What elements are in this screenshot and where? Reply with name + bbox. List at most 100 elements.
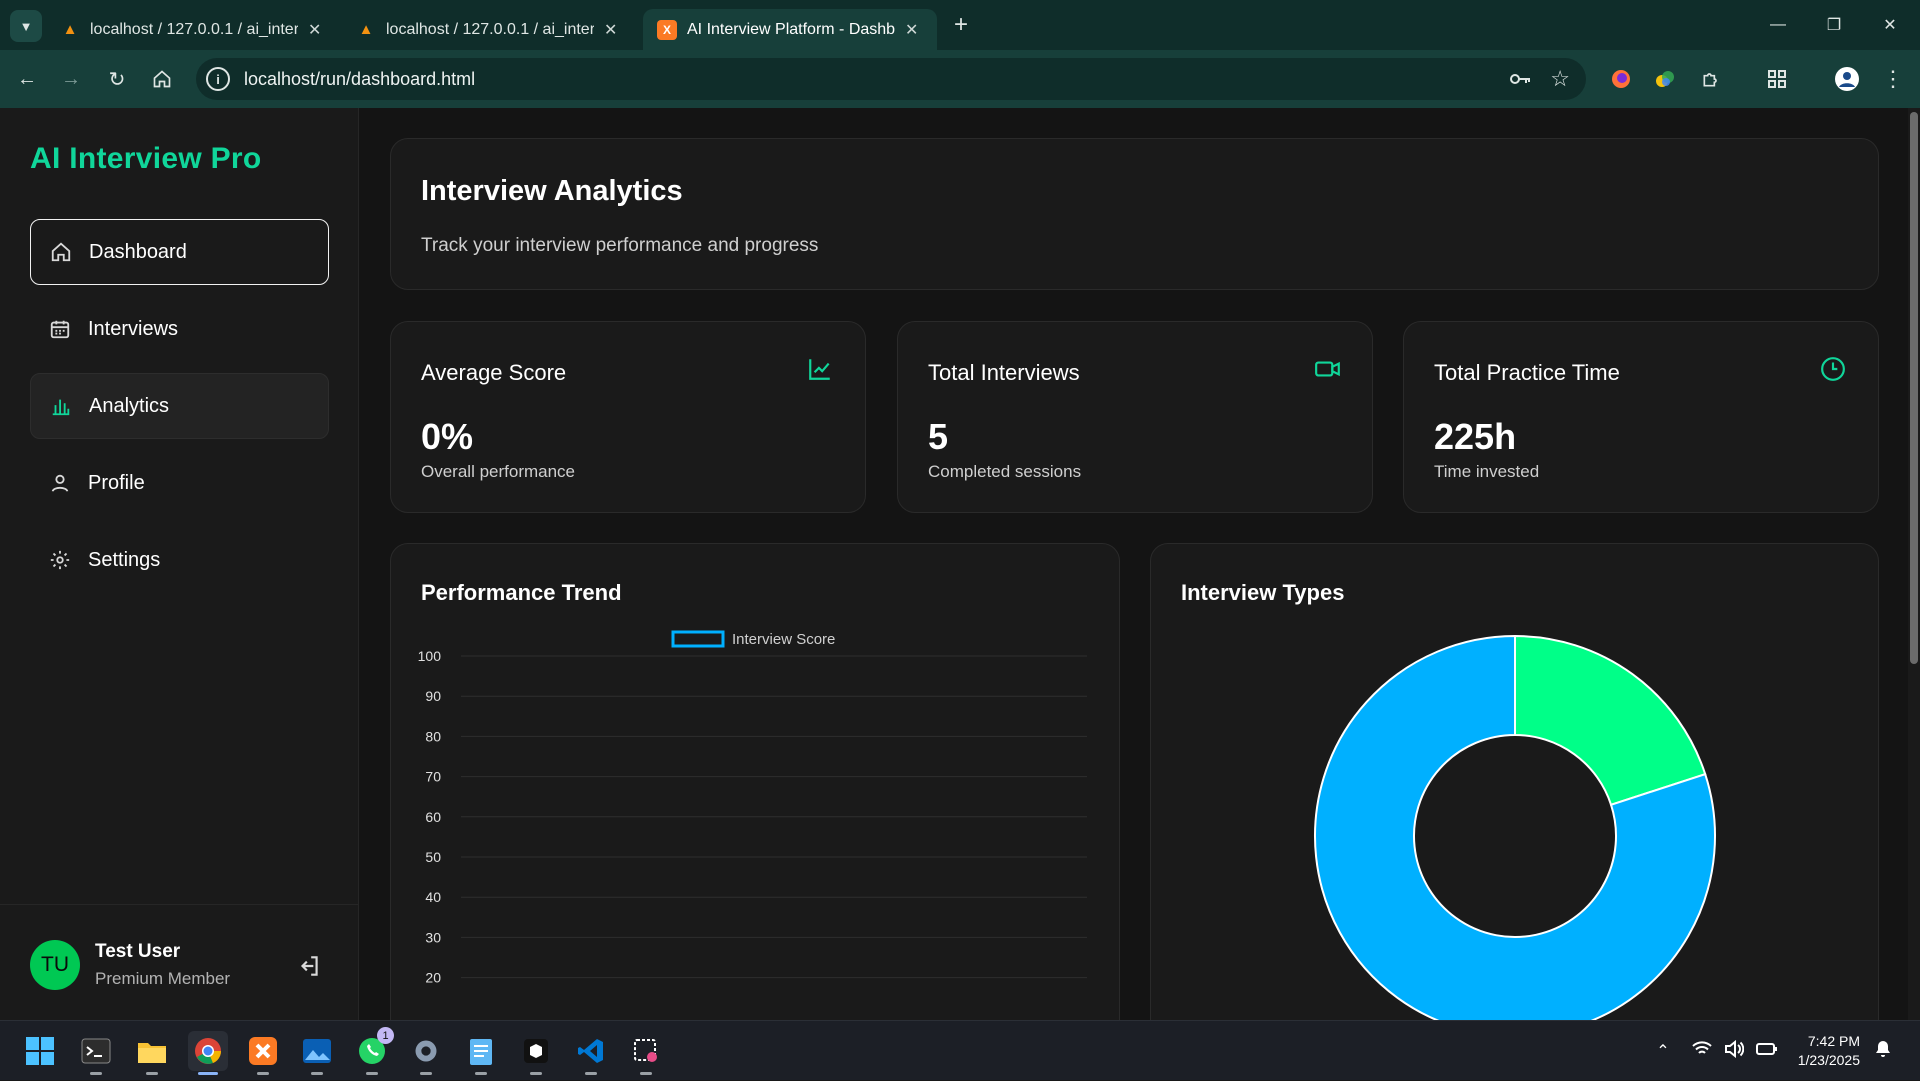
whatsapp-icon[interactable]: 1 xyxy=(352,1027,394,1075)
stat-card-total-interviews: Total Interviews 5 Completed sessions xyxy=(897,321,1373,513)
line-chart-icon xyxy=(807,356,835,384)
tab-grid-icon[interactable] xyxy=(1762,64,1792,94)
user-icon xyxy=(48,471,72,495)
interview-types-card: Interview Types xyxy=(1150,543,1879,1043)
close-tab-icon[interactable]: ✕ xyxy=(308,20,321,40)
home-icon[interactable] xyxy=(147,64,177,94)
analytics-header-card: Interview Analytics Track your interview… xyxy=(390,138,1879,290)
stat-caption: Completed sessions xyxy=(928,462,1082,481)
show-hidden-icons-icon[interactable]: ⌃ xyxy=(1656,1041,1669,1061)
chart-legend[interactable]: Interview Score xyxy=(671,630,835,648)
browser-tab-1[interactable]: ▲ localhost / 127.0.0.1 / ai_intervie ✕ xyxy=(46,9,342,50)
stat-caption: Overall performance xyxy=(421,462,576,481)
file-explorer-icon[interactable] xyxy=(132,1031,172,1075)
y-tick-label: 60 xyxy=(425,809,441,825)
sidebar-item-label: Dashboard xyxy=(89,240,187,263)
notepad-icon[interactable] xyxy=(461,1031,501,1075)
site-info-icon[interactable]: i xyxy=(206,67,230,91)
tab-title: localhost / 127.0.0.1 / ai_intervie xyxy=(90,20,298,38)
user-panel: TU Test User Premium Member xyxy=(0,904,359,1020)
sidebar-item-profile[interactable]: Profile xyxy=(30,450,329,516)
sidebar-item-label: Analytics xyxy=(89,394,170,417)
system-clock[interactable]: 7:42 PM 1/23/2025 xyxy=(1798,1032,1860,1070)
sidebar-item-dashboard[interactable]: Dashboard xyxy=(30,219,329,285)
volume-icon[interactable] xyxy=(1724,1039,1744,1063)
y-tick-label: 40 xyxy=(425,889,441,905)
phpmyadmin-icon: ▲ xyxy=(358,21,374,38)
stat-card-average-score: Average Score 0% Overall performance xyxy=(390,321,866,513)
xampp-taskbar-icon[interactable] xyxy=(243,1031,283,1075)
home-icon xyxy=(49,240,73,264)
app-root: AI Interview Pro Dashboard Interviews An… xyxy=(0,108,1920,1043)
restore-icon[interactable]: ❐ xyxy=(1806,0,1862,50)
clock-time: 7:42 PM xyxy=(1807,1033,1860,1049)
page-scrollbar[interactable] xyxy=(1908,108,1920,1020)
xampp-icon: X xyxy=(657,19,677,40)
video-camera-icon xyxy=(1314,356,1342,384)
clock-icon xyxy=(1820,356,1848,384)
chart-title: Interview Types xyxy=(1181,580,1345,605)
forward-arrow-icon[interactable]: → xyxy=(56,64,86,94)
browser-tab-2[interactable]: ▲ localhost / 127.0.0.1 / ai_intervie ✕ xyxy=(342,9,638,50)
sidebar-item-settings[interactable]: Settings xyxy=(30,527,329,593)
vscode-icon[interactable] xyxy=(571,1031,611,1075)
stat-label: Total Interviews xyxy=(928,360,1080,385)
clock-date: 1/23/2025 xyxy=(1797,1052,1860,1068)
user-name: Test User xyxy=(95,941,181,962)
page-subtitle: Track your interview performance and pro… xyxy=(421,235,819,256)
battery-icon[interactable] xyxy=(1755,1042,1778,1061)
calendar-icon xyxy=(48,317,72,341)
chart-title: Performance Trend xyxy=(421,580,622,605)
back-arrow-icon[interactable]: ← xyxy=(12,64,42,94)
wifi-icon[interactable] xyxy=(1692,1040,1712,1062)
bookmark-star-icon[interactable]: ☆ xyxy=(1550,66,1570,92)
new-tab-button[interactable]: + xyxy=(946,10,976,40)
app-cube-icon[interactable] xyxy=(516,1031,556,1075)
sidebar-item-interviews[interactable]: Interviews xyxy=(30,296,329,362)
minimize-icon[interactable]: — xyxy=(1750,0,1806,50)
notification-bell-icon[interactable] xyxy=(1874,1040,1892,1063)
extensions-puzzle-icon[interactable] xyxy=(1696,64,1726,94)
stat-value: 5 xyxy=(928,416,949,457)
phpmyadmin-icon: ▲ xyxy=(62,21,78,38)
avatar[interactable]: TU xyxy=(30,940,80,990)
url-text[interactable]: localhost/run/dashboard.html xyxy=(244,69,475,90)
tab-title: AI Interview Platform - Dashboard xyxy=(687,20,895,38)
stat-caption: Time invested xyxy=(1434,462,1540,481)
sidebar-item-label: Interviews xyxy=(88,317,179,340)
chrome-icon[interactable] xyxy=(188,1031,228,1075)
close-tab-icon[interactable]: ✕ xyxy=(905,20,918,40)
brand-logo-text[interactable]: AI Interview Pro xyxy=(30,142,262,176)
address-bar[interactable]: i localhost/run/dashboard.html ☆ xyxy=(196,58,1586,100)
browser-tab-bar: ▼ ▲ localhost / 127.0.0.1 / ai_intervie … xyxy=(0,0,1920,50)
sidebar: AI Interview Pro Dashboard Interviews An… xyxy=(0,108,359,1020)
sidebar-item-label: Settings xyxy=(88,548,161,571)
windows-start-icon[interactable] xyxy=(20,1031,60,1071)
tab-title: localhost / 127.0.0.1 / ai_intervie xyxy=(386,20,594,38)
snipping-tool-icon[interactable] xyxy=(626,1031,666,1075)
stat-card-total-practice-time: Total Practice Time 225h Time invested xyxy=(1403,321,1879,513)
close-window-icon[interactable]: ✕ xyxy=(1862,0,1918,50)
reload-icon[interactable]: ↻ xyxy=(102,64,132,94)
y-tick-label: 80 xyxy=(425,728,441,744)
sidebar-item-analytics[interactable]: Analytics xyxy=(30,373,329,439)
firefox-extension-icon[interactable] xyxy=(1606,64,1636,94)
donut-slice[interactable] xyxy=(1514,634,1707,807)
settings-gear-icon[interactable] xyxy=(406,1031,446,1075)
system-tray: ⌃ 7:42 PM 1/23/2025 xyxy=(1656,1021,1892,1081)
scrollbar-thumb[interactable] xyxy=(1910,112,1918,664)
browser-tab-3-active[interactable]: X AI Interview Platform - Dashboard ✕ xyxy=(643,9,937,50)
photos-icon[interactable] xyxy=(297,1031,337,1075)
legend-label: Interview Score xyxy=(732,631,835,648)
close-tab-icon[interactable]: ✕ xyxy=(604,20,617,40)
y-tick-label: 20 xyxy=(425,970,441,986)
terminal-icon[interactable] xyxy=(76,1031,116,1075)
password-key-icon[interactable] xyxy=(1508,69,1532,94)
profile-avatar-icon[interactable] xyxy=(1832,64,1862,94)
tab-search-button[interactable]: ▼ xyxy=(10,10,42,42)
logout-icon[interactable] xyxy=(296,953,324,981)
browser-toolbar: ← → ↻ i localhost/run/dashboard.html ☆ ⋮ xyxy=(0,50,1920,108)
colorful-extension-icon[interactable] xyxy=(1650,64,1680,94)
browser-menu-icon[interactable]: ⋮ xyxy=(1878,64,1908,94)
y-tick-label: 70 xyxy=(425,769,441,785)
